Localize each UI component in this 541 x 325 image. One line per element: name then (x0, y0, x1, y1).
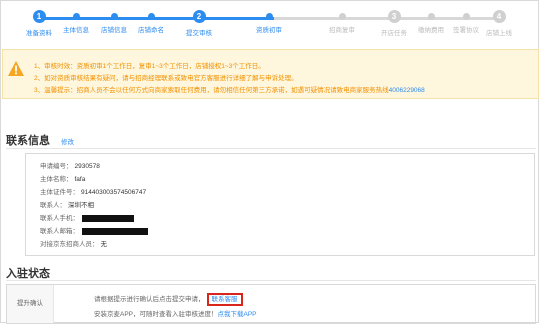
step-label: 提交审核 (186, 30, 212, 37)
step-dot (147, 13, 155, 20)
step-label: 资质初审 (256, 27, 282, 34)
settle-divider (6, 280, 536, 281)
page-frame: 1 准备资料 主体信息 店铺信息 店铺命名 2 提交审核 资质初审 招商复审 3 开店任务 缴纳费用签… (0, 0, 541, 324)
download-app-link[interactable]: 点我下载APP (218, 311, 257, 318)
step-7: 招商复审 (312, 10, 372, 34)
info-row-entity-name: 主体名称： fafa (40, 173, 85, 183)
step-dot (338, 13, 346, 20)
info-value: 无 (100, 241, 108, 248)
step-5: 2 提交审核 (169, 10, 229, 37)
info-value: 2930578 (74, 163, 100, 170)
info-label: 主体证件号： (40, 189, 79, 196)
step-label: 招商复审 (329, 27, 355, 34)
step-11: 4 店铺上线 (469, 10, 529, 37)
step-number-badge: 3 (387, 10, 401, 23)
info-row-contact-email: 联系人邮箱： (40, 225, 148, 235)
info-label: 申请编号： (40, 163, 73, 170)
notice-line-3-text: 3、温馨提示：招商人员不会以任何方式向商家索取任何费用，请勿相信任何第三方承诺，… (34, 87, 389, 94)
progress-steps: 1 准备资料 主体信息 店铺信息 店铺命名 2 提交审核 资质初审 招商复审 3 开店任务 缴纳费用签… (1, 7, 541, 47)
settle-line-1-text: 请根据提示进行确认后点击提交申请， (94, 296, 205, 303)
info-row-application-no: 申请编号： 2930578 (40, 160, 100, 170)
settle-status-table: 提升确认 请根据提示进行确认后点击提交申请， 联系客服 安装京麦APP，可随时查看… (6, 284, 536, 324)
info-label: 联系人： (40, 202, 66, 209)
step-number-badge: 2 (192, 10, 206, 23)
notice-banner: 1、审核时效：资质初审1个工作日，复审1~3个工作日，店铺授权1~3个工作日。 … (2, 49, 539, 99)
step-6: 资质初审 (239, 10, 299, 34)
step-dot (110, 13, 118, 20)
info-label: 联系人邮箱： (40, 228, 79, 235)
step-number-badge: 1 (32, 10, 46, 23)
info-value: 深圳不相 (68, 202, 94, 209)
info-label: 对接京东招商人员： (40, 241, 99, 248)
step-label: 店铺上线 (486, 30, 512, 37)
settle-line-1: 请根据提示进行确认后点击提交申请， 联系客服 (94, 293, 243, 306)
step-dot (265, 13, 273, 20)
notice-line-3: 3、温馨提示：招商人员不会以任何方式向商家索取任何费用，请勿相信任何第三方承诺，… (34, 84, 425, 94)
warning-icon (8, 61, 24, 76)
info-row-entity-id: 主体证件号： 914403003574506747 (40, 186, 146, 196)
info-row-contact-phone: 联系人手机： (40, 212, 134, 222)
info-value: 914403003574506747 (81, 189, 147, 196)
notice-line-1: 1、审核时效：资质初审1个工作日，复审1~3个工作日，店铺授权1~3个工作日。 (34, 63, 265, 70)
info-row-account-manager: 对接京东招商人员：无 (40, 238, 107, 248)
notice-line-2: 2、如对资质审核结果有疑问，请与招商经理联系或致电官方客服进行详细了解与申诉处理… (34, 75, 298, 82)
contact-edit-link[interactable]: 修改 (61, 136, 74, 146)
info-label: 联系人手机： (40, 215, 79, 222)
contact-divider (6, 148, 536, 149)
contact-service-link[interactable]: 联系客服 (206, 293, 243, 306)
settle-row-label: 提升确认 (7, 285, 54, 323)
settle-section-title: 入驻状态 (6, 268, 50, 280)
hotline-number[interactable]: 4006229068 (389, 87, 425, 94)
info-label: 主体名称： (40, 176, 73, 183)
step-dot (72, 13, 80, 20)
redacted-email (82, 227, 148, 235)
step-number-badge: 4 (492, 10, 506, 23)
settle-line-2: 安装京麦APP，可随时查看入驻审核进度！点我下载APP (94, 308, 257, 318)
contact-info-box: 申请编号： 2930578 主体名称： fafa 主体证件号： 91440300357… (25, 153, 535, 256)
step-dot (427, 13, 435, 20)
info-value: fafa (74, 176, 86, 183)
redacted-phone (82, 214, 134, 222)
info-row-contact-person: 联系人： 深圳不相 (40, 199, 94, 209)
settle-line-2-text: 安装京麦APP，可随时查看入驻审核进度！ (94, 311, 218, 318)
contact-section-title: 联系信息 (6, 135, 50, 147)
